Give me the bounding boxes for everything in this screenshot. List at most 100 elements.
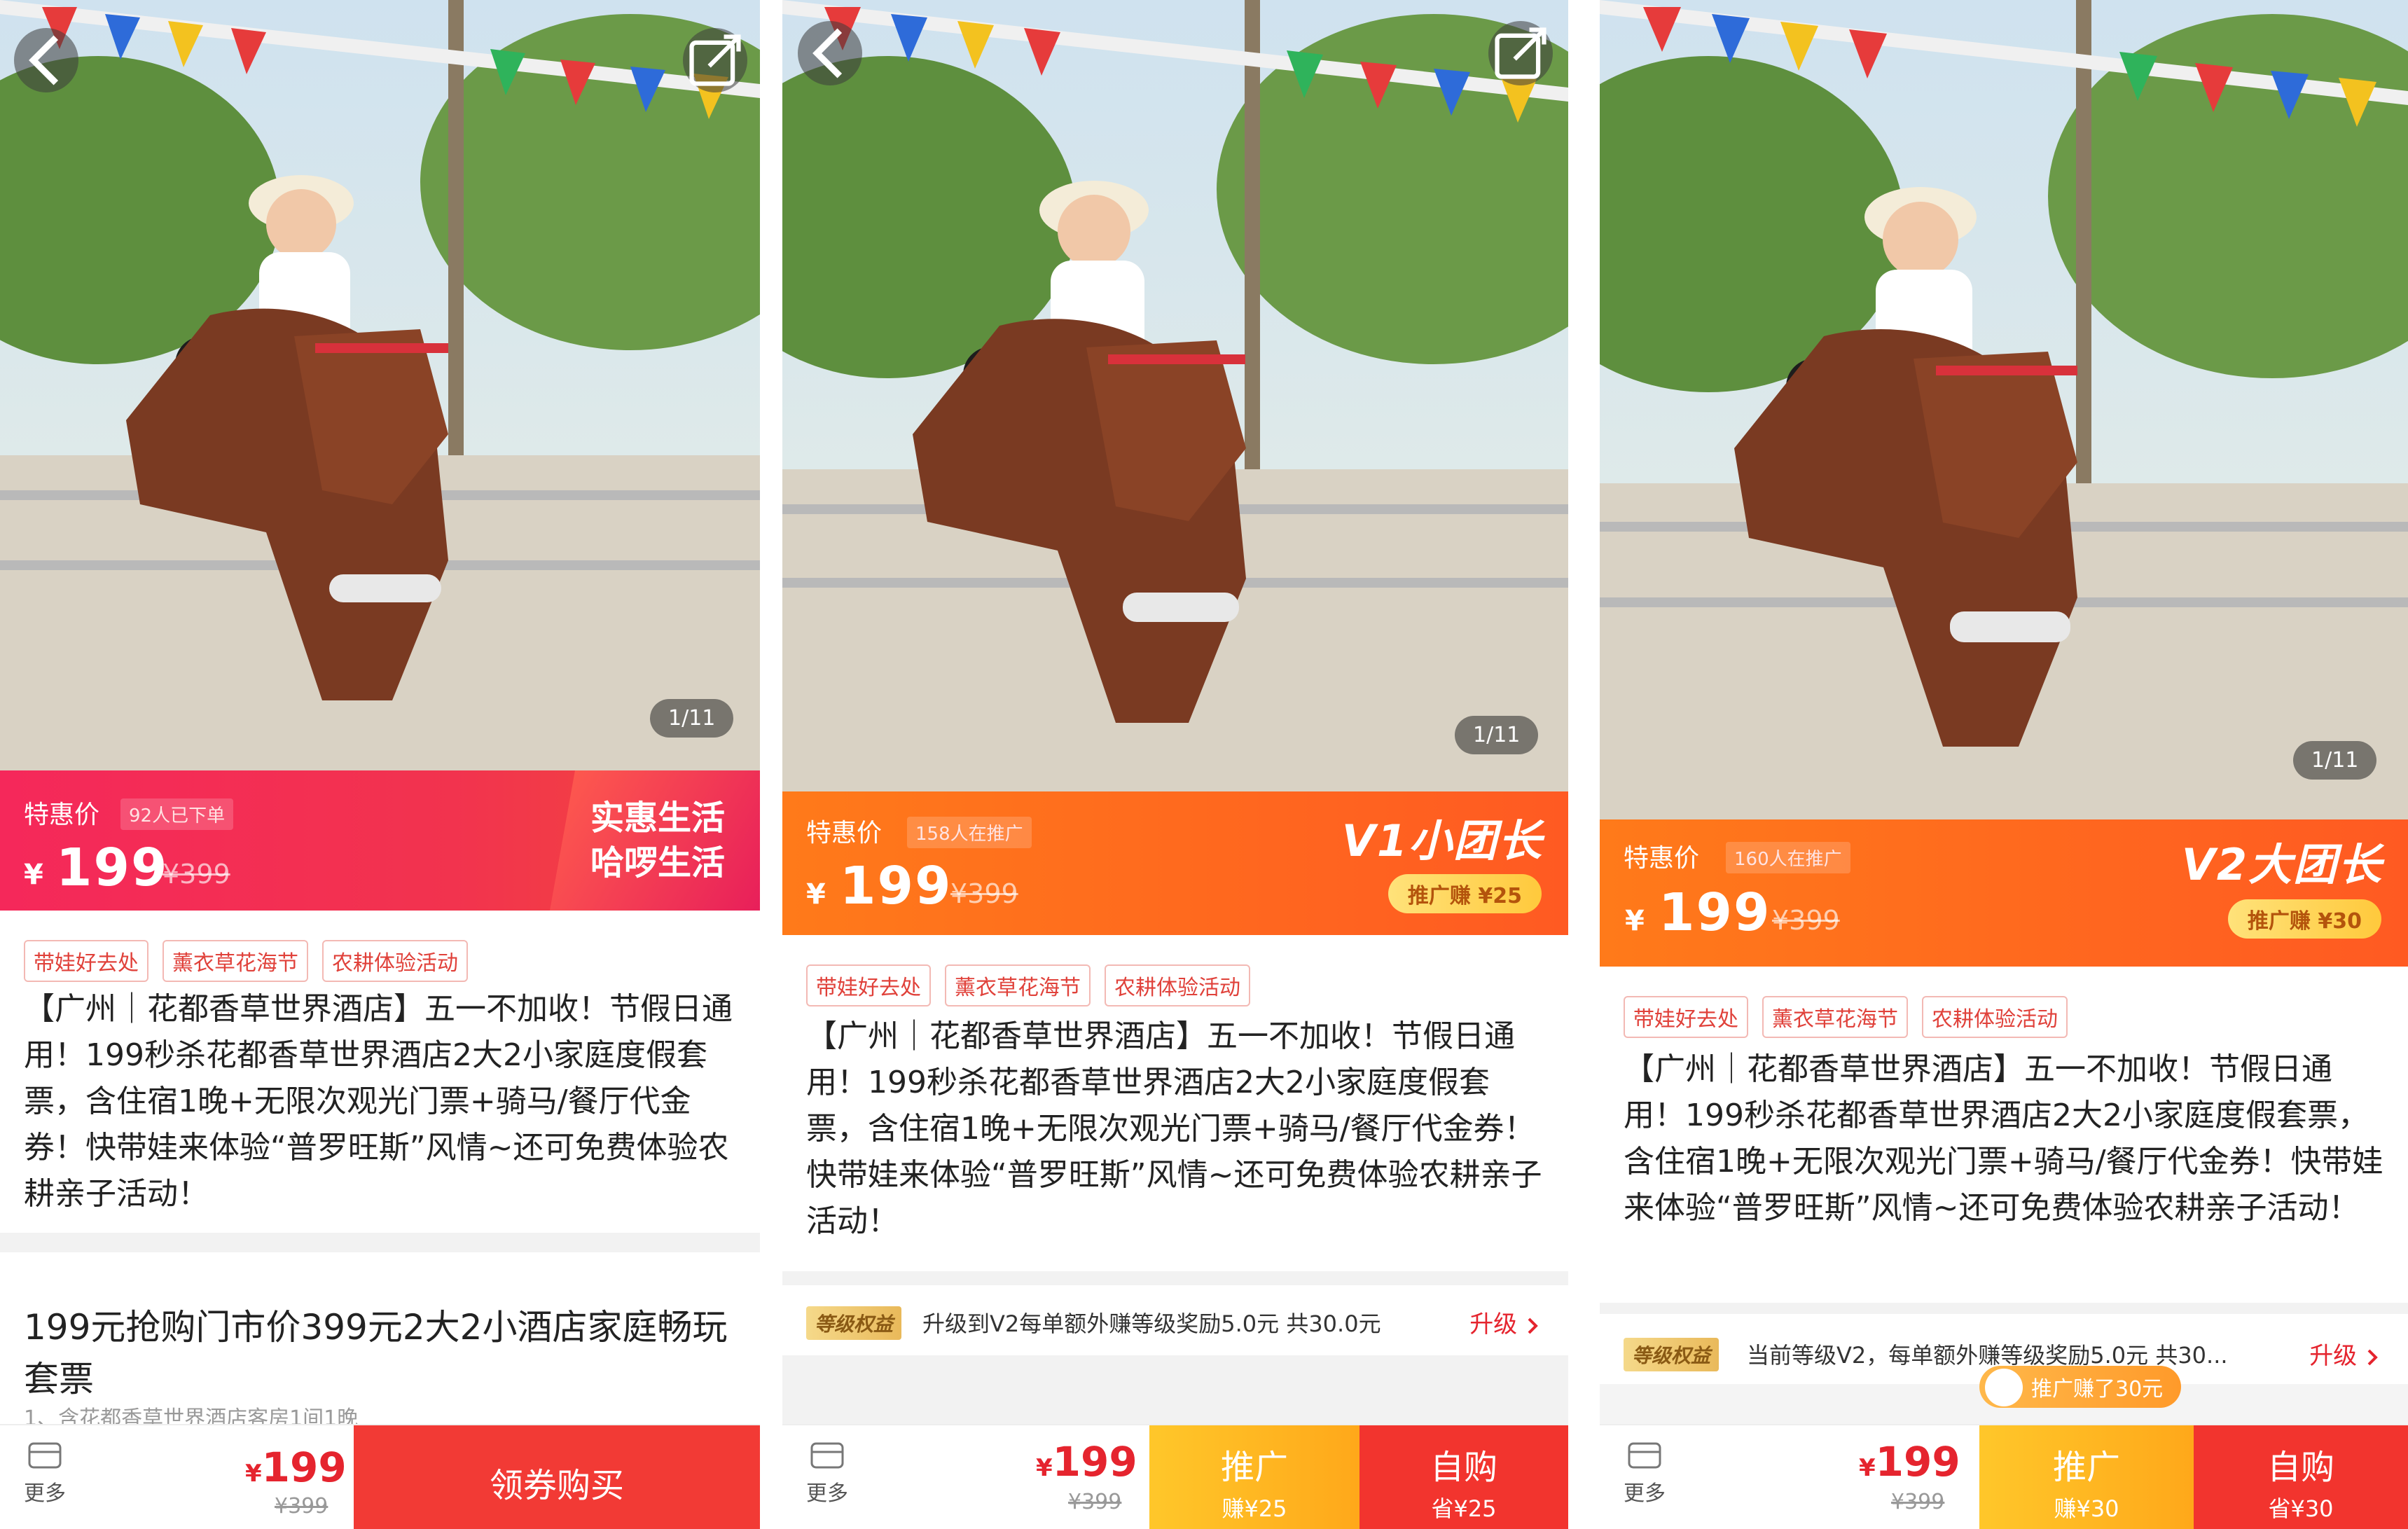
rights-badge: 等级权益 — [806, 1306, 902, 1340]
horse-photo-illustration — [782, 0, 1568, 791]
more-button[interactable]: 更多 — [806, 1438, 848, 1507]
self-buy-button[interactable]: 自购 省¥25 — [1359, 1425, 1568, 1529]
brand-line-2: 哈啰生活 — [590, 843, 725, 883]
product-photo[interactable]: 1/11 — [782, 0, 1568, 791]
tag[interactable]: 农耕体验活动 — [1922, 996, 2068, 1038]
tag[interactable]: 薰衣草花海节 — [162, 940, 308, 982]
upgrade-link[interactable]: 升级 — [2309, 1336, 2380, 1371]
currency-symbol: ¥ — [1625, 905, 1645, 937]
product-photo[interactable]: 1/11 — [0, 0, 760, 770]
level-title: V1小团长 — [1341, 815, 1543, 866]
bottom-original-price: ¥399 — [275, 1494, 328, 1518]
product-info: 带娃好去处 薰衣草花海节 农耕体验活动 【广州｜花都香草世界酒店】五一不加收！节… — [782, 935, 1568, 1271]
image-counter: 1/11 — [2293, 741, 2377, 780]
more-button[interactable]: 更多 — [24, 1438, 66, 1507]
bottom-currency: ¥ — [1859, 1454, 1876, 1482]
original-price: ¥399 — [950, 878, 1018, 909]
product-panel-3: 1/11 特惠价 160人在推广 ¥ 199 ¥399 V2大团长 推广赚 ¥3… — [1600, 0, 2408, 1529]
image-counter: 1/11 — [650, 699, 734, 738]
share-button[interactable] — [1488, 21, 1553, 85]
self-buy-label: 自购 — [2267, 1448, 2334, 1487]
special-price-label: 特惠价 — [24, 801, 100, 829]
image-counter: 1/11 — [1455, 716, 1539, 754]
detail-section: 199元抢购门市价399元2大2小酒店家庭畅玩套票 1、含花都香草世界酒店客房1… — [0, 1252, 760, 1431]
store-icon — [1628, 1442, 1661, 1469]
tag[interactable]: 薰衣草花海节 — [945, 964, 1091, 1006]
price-bar: 特惠价 92人已下单 ¥ 199 ¥399 实惠生活 哈啰生活 — [0, 770, 760, 911]
tag[interactable]: 带娃好去处 — [24, 940, 148, 982]
level-title: V2大团长 — [2181, 839, 2383, 890]
original-price: ¥399 — [1772, 905, 1840, 936]
coupon-buy-button[interactable]: 领券购买 — [354, 1425, 760, 1529]
section-divider — [1600, 1303, 2408, 1314]
promote-button[interactable]: 推广 赚¥30 — [1979, 1425, 2194, 1529]
tag-list: 带娃好去处 薰衣草花海节 农耕体验活动 — [1624, 996, 2068, 1038]
section-divider — [782, 1355, 1568, 1424]
section-divider — [782, 1271, 1568, 1285]
promote-button[interactable]: 推广 赚¥25 — [1149, 1425, 1359, 1529]
bottom-action-bar: 更多 ¥199 ¥399 推广 赚¥30 自购 省¥30 — [1600, 1424, 2408, 1529]
more-button[interactable]: 更多 — [1624, 1438, 1666, 1507]
level-rights-row[interactable]: 等级权益 升级到V2每单额外赚等级奖励5.0元 共30.0元 升级 — [782, 1285, 1568, 1355]
bottom-price-value: 199 — [1875, 1438, 1960, 1486]
product-info: 带娃好去处 薰衣草花海节 农耕体验活动 【广州｜花都香草世界酒店】五一不加收！节… — [1600, 967, 2408, 1303]
tag[interactable]: 农耕体验活动 — [1105, 964, 1250, 1006]
more-label: 更多 — [24, 1481, 66, 1506]
special-price-label: 特惠价 — [806, 819, 883, 847]
special-price: 199 — [1659, 883, 1771, 943]
bottom-action-bar: 更多 ¥199 ¥399 推广 赚¥25 自购 省¥25 — [782, 1424, 1568, 1529]
bottom-original-price: ¥399 — [1068, 1490, 1122, 1514]
more-label: 更多 — [806, 1481, 848, 1506]
chevron-right-icon — [2367, 1349, 2378, 1365]
promoter-count-badge: 160人在推广 — [1726, 842, 1850, 873]
screenshot-comparison: 1/11 特惠价 92人已下单 ¥ 199 ¥399 实惠生活 哈啰生活 带娃好… — [0, 0, 2408, 1529]
store-icon — [28, 1442, 62, 1469]
upgrade-label: 升级 — [1469, 1310, 1518, 1338]
share-icon — [1495, 27, 1546, 79]
earn-toast: 推广赚了30元 — [1979, 1366, 2182, 1408]
bottom-price: ¥199 — [245, 1444, 347, 1491]
brand-banner: 实惠生活 哈啰生活 — [550, 770, 760, 911]
tag-list: 带娃好去处 薰衣草花海节 农耕体验活动 — [24, 940, 468, 982]
product-photo[interactable]: 1/11 — [1600, 0, 2408, 819]
product-description: 【广州｜花都香草世界酒店】五一不加收！节假日通用！199秒杀花都香草世界酒店2大… — [1624, 1051, 2383, 1226]
chevron-left-icon — [29, 35, 59, 85]
bottom-currency: ¥ — [1036, 1454, 1053, 1482]
brand-slogan: 实惠生活 哈啰生活 — [590, 796, 725, 885]
currency-symbol: ¥ — [806, 878, 826, 911]
horse-photo-illustration — [1600, 0, 2408, 819]
product-description: 【广州｜花都香草世界酒店】五一不加收！节假日通用！199秒杀花都香草世界酒店2大… — [24, 991, 733, 1212]
bottom-price-value: 199 — [261, 1444, 347, 1491]
currency-symbol: ¥ — [24, 859, 43, 891]
special-price-label: 特惠价 — [1624, 844, 1700, 873]
promote-earn-pill: 推广赚 ¥30 — [2227, 899, 2381, 939]
self-buy-label: 自购 — [1430, 1448, 1497, 1487]
promote-label: 推广 — [2052, 1448, 2120, 1487]
tag[interactable]: 带娃好去处 — [1624, 996, 1748, 1038]
mascot-icon — [1985, 1369, 2023, 1406]
detail-title: 199元抢购门市价399元2大2小酒店家庭畅玩套票 — [24, 1307, 728, 1399]
horse-photo-illustration — [0, 0, 760, 770]
tag[interactable]: 农耕体验活动 — [322, 940, 468, 982]
special-price: 199 — [56, 838, 169, 898]
upgrade-link[interactable]: 升级 — [1469, 1305, 1540, 1339]
bottom-price-value: 199 — [1052, 1438, 1137, 1486]
promote-label: 推广 — [1220, 1448, 1288, 1487]
self-buy-button[interactable]: 自购 省¥30 — [2194, 1425, 2408, 1529]
chevron-right-icon — [1528, 1317, 1538, 1334]
self-buy-sub: 省¥30 — [2268, 1495, 2334, 1522]
rights-badge: 等级权益 — [1624, 1338, 1719, 1371]
promoter-count-badge: 158人在推广 — [907, 817, 1032, 848]
promote-sub: 赚¥25 — [1222, 1495, 1287, 1522]
bottom-action-bar: 更多 ¥199 ¥399 领券购买 — [0, 1424, 760, 1529]
buy-button-label: 领券购买 — [489, 1466, 624, 1505]
tag[interactable]: 薰衣草花海节 — [1762, 996, 1908, 1038]
back-button[interactable] — [14, 28, 78, 92]
brand-line-1: 实惠生活 — [590, 798, 725, 838]
product-description: 【广州｜花都香草世界酒店】五一不加收！节假日通用！199秒杀花都香草世界酒店2大… — [806, 1018, 1542, 1239]
upgrade-label: 升级 — [2309, 1342, 2358, 1370]
product-panel-1: 1/11 特惠价 92人已下单 ¥ 199 ¥399 实惠生活 哈啰生活 带娃好… — [0, 0, 760, 1529]
back-button[interactable] — [798, 21, 862, 85]
tag[interactable]: 带娃好去处 — [806, 964, 931, 1006]
share-button[interactable] — [683, 28, 747, 92]
